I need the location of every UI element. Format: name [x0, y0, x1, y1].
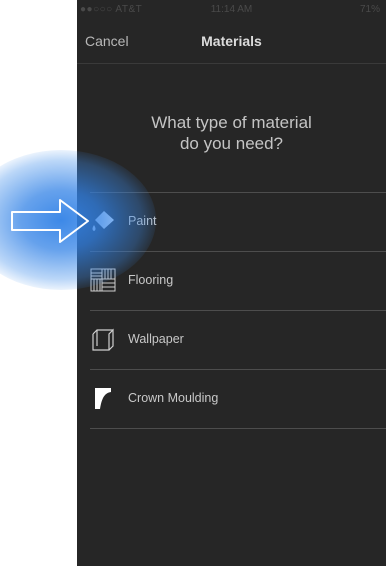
- material-label-flooring: Flooring: [128, 273, 174, 287]
- status-bar: ●●○○○ AT&T 11:14 AM 71%: [77, 0, 386, 20]
- material-item-wallpaper[interactable]: Wallpaper: [90, 310, 386, 369]
- material-list: Paint Flooring Wallpaper Crown Moulding: [90, 192, 386, 428]
- material-label-paint: Paint: [128, 214, 157, 228]
- phone-screen: ●●○○○ AT&T 11:14 AM 71% Cancel Materials…: [77, 0, 386, 566]
- material-item-flooring[interactable]: Flooring: [90, 251, 386, 310]
- status-time: 11:14 AM: [210, 4, 253, 15]
- question-line-2: do you need?: [179, 134, 284, 153]
- material-item-paint[interactable]: Paint: [90, 192, 386, 251]
- flooring-icon: [90, 267, 116, 293]
- page-title: Materials: [201, 33, 262, 49]
- battery-indicator: 71%: [360, 4, 380, 15]
- stage: ●●○○○ AT&T 11:14 AM 71% Cancel Materials…: [0, 0, 386, 566]
- crown-moulding-icon: [90, 385, 116, 411]
- battery-percent: 71%: [359, 4, 380, 15]
- material-label-wallpaper: Wallpaper: [128, 332, 184, 346]
- material-label-crown-moulding: Crown Moulding: [128, 391, 219, 405]
- list-divider: [90, 428, 386, 429]
- material-item-crown-moulding[interactable]: Crown Moulding: [90, 369, 386, 428]
- navigation-bar: Cancel Materials: [77, 20, 386, 64]
- question-line-1: What type of material: [151, 113, 312, 132]
- paint-icon: [90, 208, 116, 234]
- question-prompt: What type of material do you need?: [77, 112, 386, 154]
- wallpaper-icon: [90, 326, 116, 352]
